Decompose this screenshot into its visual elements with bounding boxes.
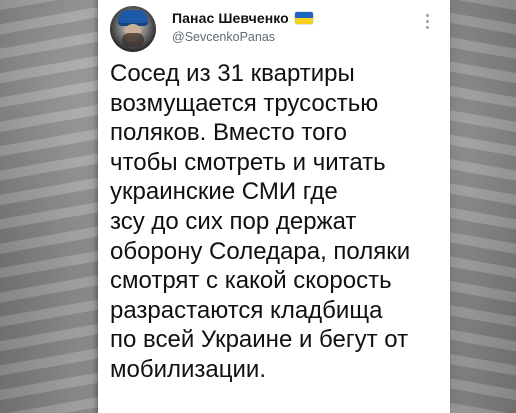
avatar-beard	[122, 33, 144, 47]
tweet-line: разрастаются кладбища	[110, 296, 383, 324]
dot-icon	[425, 25, 429, 29]
tweet-line: украинские СМИ где	[110, 178, 338, 206]
left-background-blur	[0, 0, 100, 413]
tweet-text: Сосед из 31 квартиры возмущается трусост…	[110, 59, 438, 385]
tweet-line: чтобы смотреть и читать	[110, 148, 386, 176]
tweet-header: Панас Шевченко @SevcenkoPanas	[98, 0, 450, 56]
dot-icon	[425, 19, 429, 23]
tweet-line: мобилизации.	[110, 355, 266, 383]
tweet-line: поляков. Вместо того	[110, 119, 347, 147]
tweet-card: Панас Шевченко @SevcenkoPanas Сосед из 3…	[98, 0, 450, 413]
tweet-line: смотрят с какой скорость	[110, 267, 392, 295]
display-name[interactable]: Панас Шевченко	[172, 10, 289, 26]
ukraine-flag-icon	[294, 12, 313, 24]
tweet-line: по всей Украине и бегут от	[110, 326, 409, 354]
user-handle[interactable]: @SevcenkoPanas	[172, 30, 275, 44]
tweet-line: возмущается трусостью	[110, 89, 379, 117]
tweet-line: Сосед из 31 квартиры	[110, 60, 355, 87]
user-name-row[interactable]: Панас Шевченко	[172, 8, 313, 28]
more-options-icon[interactable]	[418, 10, 436, 32]
tweet-line: зсу до сих пор держат	[110, 207, 357, 235]
tweet-line: оборону Соледара, поляки	[110, 237, 411, 265]
dot-icon	[425, 13, 429, 17]
avatar[interactable]	[110, 6, 156, 52]
